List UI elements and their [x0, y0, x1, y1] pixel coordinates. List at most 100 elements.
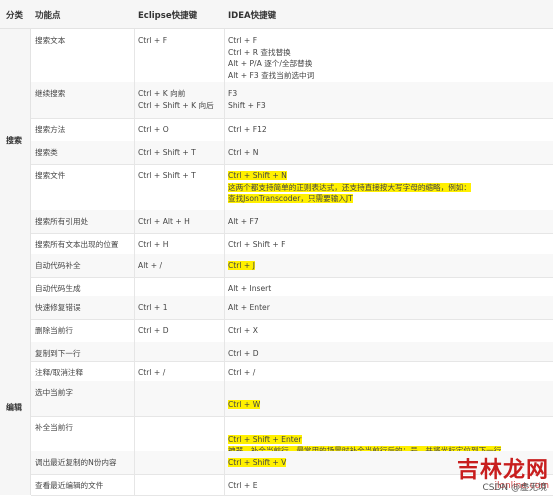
idea-cell: Alt + Enter	[228, 302, 550, 314]
idea-shortcut: Alt + Enter	[228, 302, 550, 314]
table-header: 分类 功能点 Eclipse快捷键 IDEA快捷键	[0, 0, 553, 29]
idea-cell: F3 Shift + F3	[228, 88, 550, 111]
shortcut-text: Ctrl + D	[228, 349, 259, 358]
idea-cell: Ctrl + J	[228, 260, 550, 272]
category-cell: 编辑	[0, 254, 31, 495]
highlighted-text: Ctrl + Shift + Enter	[228, 434, 302, 444]
shortcut-text: Alt + Insert	[228, 284, 272, 293]
highlighted-text: Ctrl + Shift + V	[228, 458, 287, 467]
eclipse-cell: Alt + /	[138, 260, 222, 272]
column-divider	[134, 82, 135, 118]
table-row: 自动代码生成 Alt + Insert	[31, 277, 553, 297]
idea-cell: Ctrl + W	[228, 387, 550, 410]
shortcut-text: Ctrl + F12	[228, 125, 267, 134]
column-divider	[224, 210, 225, 233]
idea-shortcut: Ctrl + D	[228, 348, 550, 360]
table-row: 选中当前字 Ctrl + W	[31, 381, 553, 417]
idea-shortcut	[228, 422, 550, 434]
category-label: 编辑	[6, 403, 22, 412]
idea-shortcut: Ctrl + R 查找替换	[228, 47, 550, 59]
idea-cell: Ctrl + F12	[228, 124, 550, 136]
table-row: 复制到下一行 Ctrl + D	[31, 342, 553, 362]
idea-cell: Alt + F7	[228, 216, 550, 228]
idea-shortcut: Alt + F3 查找当前选中词	[228, 70, 550, 82]
table-row: 搜索文本 Ctrl + F Ctrl + F Ctrl + R 查找替换 Alt + P…	[31, 29, 553, 83]
column-divider	[224, 82, 225, 118]
idea-cell: Ctrl + N	[228, 147, 550, 159]
column-divider	[134, 361, 135, 381]
idea-shortcut: Ctrl + F12	[228, 124, 550, 136]
shortcut-text: Ctrl + X	[228, 326, 258, 335]
eclipse-cell: Ctrl + /	[138, 367, 222, 379]
category-cell: 搜索	[0, 29, 31, 254]
idea-shortcut: Ctrl + /	[228, 367, 550, 379]
header-idea: IDEA快捷键	[228, 11, 277, 21]
column-divider	[224, 296, 225, 319]
eclipse-shortcut: Ctrl + H	[138, 240, 169, 249]
shortcut-text: F3	[228, 89, 238, 98]
shortcut-text: Ctrl + /	[228, 368, 256, 377]
idea-cell: Ctrl + /	[228, 367, 550, 379]
column-divider	[224, 319, 225, 342]
highlighted-text: Ctrl + W	[228, 399, 261, 409]
table-row: 搜索方法 Ctrl + O Ctrl + F12	[31, 118, 553, 142]
feature-cell: 复制到下一行	[35, 349, 81, 358]
idea-shortcut: Shift + F3	[228, 100, 550, 112]
idea-shortcut: Ctrl + Shift + F	[228, 239, 550, 251]
idea-shortcut	[228, 387, 550, 399]
column-divider	[134, 474, 135, 495]
column-divider	[224, 416, 225, 451]
idea-cell: Ctrl + D	[228, 348, 550, 360]
idea-shortcut: Ctrl + F	[228, 35, 550, 47]
shortcut-text: Ctrl + E	[228, 481, 258, 490]
column-divider	[224, 474, 225, 495]
eclipse-shortcut: Ctrl + Shift + T	[138, 148, 196, 157]
header-category: 分类	[6, 11, 24, 21]
table-row: 继续搜索 Ctrl + K 向前 Ctrl + Shift + K 向后 F3 Shif…	[31, 82, 553, 119]
highlighted-text: Ctrl + J	[228, 261, 255, 270]
shortcut-text: Alt + F3 查找当前选中词	[228, 70, 315, 80]
eclipse-cell: Ctrl + O	[138, 124, 222, 136]
table-row: 自动代码补全 Alt + / Ctrl + J	[31, 254, 553, 278]
idea-shortcut: Alt + F7	[228, 216, 550, 228]
column-divider	[134, 381, 135, 416]
table-row: 补全当前行Ctrl + Shift + Enter神器，补全当前行，最常用的场景…	[31, 416, 553, 455]
column-divider	[224, 29, 225, 82]
feature-cell: 调出最近复制的N份内容	[35, 458, 117, 467]
idea-shortcut: 查找JsonTranscoder，只需要输入JT	[228, 193, 550, 205]
feature-cell: 搜索所有引用处	[35, 217, 89, 226]
idea-shortcut: Alt + Insert	[228, 283, 550, 295]
idea-cell: Ctrl + X	[228, 325, 550, 337]
table-row: 注释/取消注释 Ctrl + / Ctrl + /	[31, 361, 553, 382]
idea-shortcut: Ctrl + Shift + Enter	[228, 434, 550, 446]
eclipse-shortcut: Ctrl + Alt + H	[138, 217, 190, 226]
feature-cell: 补全当前行	[35, 423, 73, 432]
idea-shortcut: Ctrl + J	[228, 260, 550, 272]
idea-cell: Ctrl + Shift + N 这两个都支持简单的正则表达式，还支持直接按大写字…	[228, 170, 550, 205]
highlighted-text: 这两个都支持简单的正则表达式，还支持直接按大写字母的缩略，例如：	[228, 182, 471, 192]
feature-cell: 查看最近编辑的文件	[35, 481, 104, 490]
eclipse-shortcut: Ctrl + 1	[138, 303, 168, 312]
column-divider	[224, 361, 225, 381]
table-row: 搜索所有文本出现的位置 Ctrl + H Ctrl + Shift + F	[31, 233, 553, 255]
shortcut-text: Ctrl + F	[228, 36, 258, 45]
feature-cell: 快速修复错误	[35, 303, 81, 312]
shortcut-text: Alt + Enter	[228, 303, 270, 312]
table-row: 搜索类 Ctrl + Shift + T Ctrl + N	[31, 141, 553, 165]
eclipse-cell: Ctrl + 1	[138, 302, 222, 314]
eclipse-cell: Ctrl + Shift + T	[138, 147, 222, 159]
column-divider	[224, 233, 225, 254]
idea-shortcut: Alt + P/A 逐个/全部替换	[228, 58, 550, 70]
column-divider	[134, 29, 135, 82]
highlighted-text: Ctrl + Shift + N	[228, 171, 287, 180]
idea-cell: Ctrl + Shift + F	[228, 239, 550, 251]
feature-cell: 注释/取消注释	[35, 368, 84, 377]
feature-cell: 自动代码生成	[35, 284, 81, 293]
column-divider	[134, 342, 135, 361]
table-row: 搜索文件 Ctrl + Shift + T Ctrl + Shift + N 这两个都…	[31, 164, 553, 211]
eclipse-cell: Ctrl + F	[138, 35, 222, 47]
column-divider	[224, 118, 225, 141]
column-divider	[224, 164, 225, 210]
eclipse-shortcut: Ctrl + Shift + K 向后	[138, 100, 214, 110]
eclipse-cell: Ctrl + D	[138, 325, 222, 337]
